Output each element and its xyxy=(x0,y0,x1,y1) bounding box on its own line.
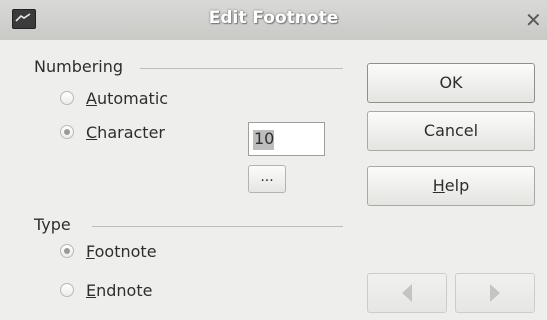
next-arrow-icon xyxy=(490,284,500,302)
character-radio[interactable]: Character xyxy=(60,119,165,145)
character-label: Character xyxy=(86,122,165,142)
footnote-radio-indicator[interactable] xyxy=(60,244,74,258)
title-bar[interactable]: Edit Footnote ✕ xyxy=(0,0,547,40)
type-separator xyxy=(92,226,343,227)
help-button[interactable]: Help xyxy=(367,166,535,206)
type-heading: Type xyxy=(34,215,77,234)
automatic-radio[interactable]: Automatic xyxy=(60,85,168,111)
close-icon[interactable]: ✕ xyxy=(525,8,545,32)
character-input-field[interactable] xyxy=(254,129,314,148)
ok-button[interactable]: OK xyxy=(367,63,535,103)
previous-button[interactable] xyxy=(367,273,447,313)
next-button[interactable] xyxy=(455,273,535,313)
character-radio-indicator[interactable] xyxy=(60,125,74,139)
footnote-radio[interactable]: Footnote xyxy=(60,238,157,264)
edit-footnote-dialog: Edit Footnote ✕ Numbering Automatic Char… xyxy=(0,0,547,320)
previous-arrow-icon xyxy=(402,284,412,302)
endnote-label: Endnote xyxy=(86,280,153,300)
automatic-radio-indicator[interactable] xyxy=(60,91,74,105)
footnote-label: Footnote xyxy=(86,241,157,261)
cancel-button[interactable]: Cancel xyxy=(367,111,535,151)
endnote-radio[interactable]: Endnote xyxy=(60,277,152,303)
numbering-heading: Numbering xyxy=(34,57,130,76)
endnote-radio-indicator[interactable] xyxy=(60,283,74,297)
automatic-label: Automatic xyxy=(86,88,169,108)
special-character-button[interactable]: ... xyxy=(248,165,286,193)
character-input[interactable] xyxy=(248,122,325,156)
numbering-separator xyxy=(140,68,343,69)
window-title: Edit Footnote xyxy=(208,8,339,28)
